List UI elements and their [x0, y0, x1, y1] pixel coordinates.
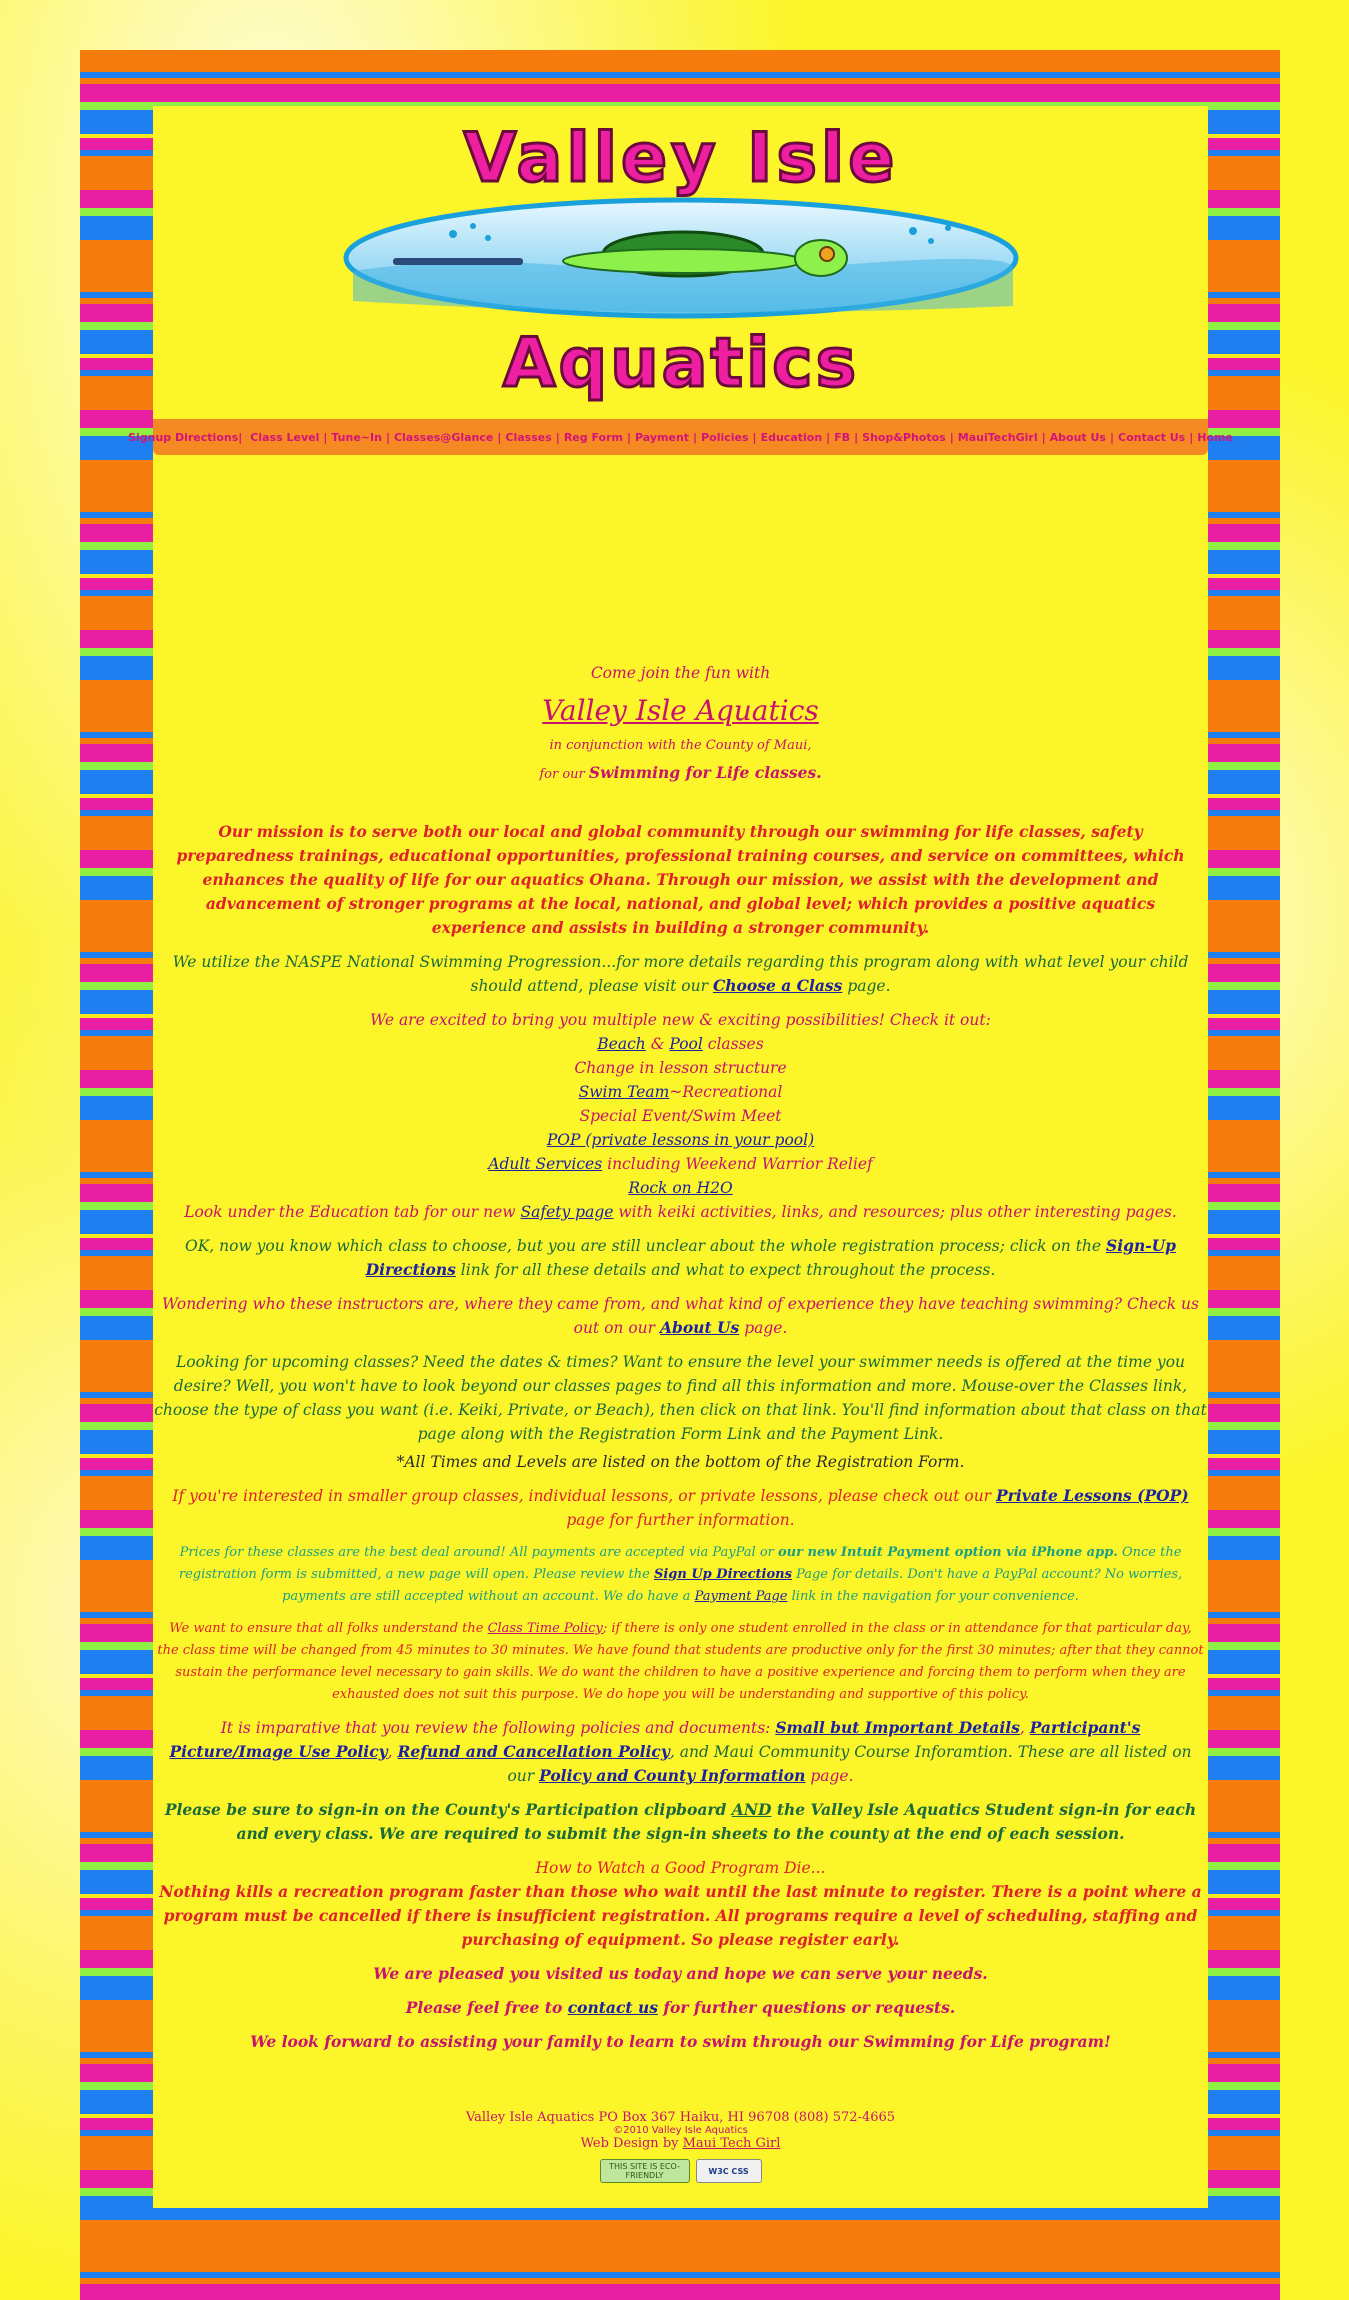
adult-after: including Weekend Warrior Relief: [602, 1155, 873, 1173]
payment-page-link[interactable]: Payment Page: [695, 1589, 788, 1604]
pool-link[interactable]: Pool: [669, 1035, 702, 1053]
logo-line2: Aquatics: [503, 324, 859, 403]
beach-link[interactable]: Beach: [597, 1035, 645, 1053]
signup-directions-link-2[interactable]: Sign Up Directions: [654, 1567, 792, 1582]
policy-county-link[interactable]: Policy and County Information: [539, 1766, 805, 1785]
maui-tech-girl-link[interactable]: Maui Tech Girl: [683, 2136, 781, 2151]
nav-classes[interactable]: Classes: [505, 431, 551, 444]
design-by-text: Web Design by: [580, 2136, 683, 2151]
new-possibilities: We are excited to bring you multiple new…: [153, 1008, 1208, 1224]
main-nav: Signup Directions| Class Level | Tune~In |…: [128, 419, 1233, 455]
signup-before: OK, now you know which class to choose, …: [184, 1237, 1107, 1255]
nav-classes-at-glance[interactable]: Classes@Glance: [394, 431, 493, 444]
prices-t1: Prices for these classes are the best de…: [179, 1545, 778, 1560]
nav-payment[interactable]: Payment: [635, 431, 689, 444]
w3c-css-badge[interactable]: W3C CSS: [695, 2159, 762, 2183]
mission-statement: Our mission is to serve both our local a…: [176, 822, 1185, 937]
policies-t1: It is imparative that you review the fol…: [220, 1719, 776, 1737]
feel-after: for further questions or requests.: [657, 1998, 956, 2017]
nav-mauitechgirl[interactable]: MauiTechGirl: [958, 431, 1038, 444]
edu-after: with keiki activities, links, and resour…: [613, 1203, 1177, 1221]
eco-friendly-badge[interactable]: THIS SITE IS ECO-FRIENDLY: [599, 2159, 690, 2183]
policies-t3: page.: [805, 1767, 854, 1785]
nav-about-us[interactable]: About Us: [1050, 431, 1106, 444]
for-our-text: for our: [539, 767, 589, 782]
main-panel: Valley Isle Aquatics Signup Directions| …: [128, 106, 1233, 2208]
logo-line1: Valley Isle: [464, 119, 899, 198]
edu-before: Look under the Education tab for our new: [184, 1203, 521, 1221]
program-name: Swimming for Life classes.: [588, 763, 822, 782]
pop-link[interactable]: POP (private lessons in your pool): [547, 1131, 814, 1149]
private-lessons-link[interactable]: Private Lessons (POP): [996, 1486, 1189, 1505]
amp-text: &: [645, 1035, 670, 1053]
adult-services-link[interactable]: Adult Services: [488, 1155, 602, 1173]
intuit-payment: our new Intuit Payment option via iPhone…: [778, 1545, 1118, 1560]
nav-contact-us[interactable]: Contact Us: [1118, 431, 1185, 444]
nav-home[interactable]: Home: [1197, 431, 1233, 444]
safety-page-link[interactable]: Safety page: [521, 1203, 614, 1221]
comma-1: ,: [1019, 1719, 1030, 1737]
about-us-link[interactable]: About Us: [660, 1318, 739, 1337]
about-after: page.: [739, 1319, 788, 1337]
nav-tune-in[interactable]: Tune~In: [331, 431, 382, 444]
program-die-text: Nothing kills a recreation program faste…: [159, 1882, 1202, 1949]
classes-text: classes: [702, 1035, 764, 1053]
contact-us-link[interactable]: contact us: [568, 1998, 658, 2017]
change-structure: Change in lesson structure: [574, 1059, 787, 1077]
program-die-heading: How to Watch a Good Program Die...: [535, 1859, 826, 1877]
nav-education[interactable]: Education: [761, 431, 823, 444]
feel-before: Please feel free to: [405, 1998, 568, 2017]
recreational-text: ~Recreational: [669, 1083, 783, 1101]
choose-class-link[interactable]: Choose a Class: [713, 976, 842, 995]
comma-2: ,: [387, 1743, 398, 1761]
come-join-text: Come join the fun with: [590, 664, 771, 682]
footer: Valley Isle Aquatics PO Box 367 Haiku, H…: [153, 2110, 1208, 2183]
nav-fb[interactable]: FB: [834, 431, 850, 444]
main-content: Come join the fun with Valley Isle Aquat…: [153, 661, 1208, 2064]
footer-address: Valley Isle Aquatics PO Box 367 Haiku, H…: [465, 2110, 896, 2125]
nav-signup-directions[interactable]: Signup Directions|: [128, 431, 242, 444]
naspe-after: page.: [842, 977, 891, 995]
policy-before: We want to ensure that all folks underst…: [169, 1621, 488, 1636]
excited-heading: We are excited to bring you multiple new…: [370, 1011, 991, 1029]
private-before: If you're interested in smaller group cl…: [172, 1487, 997, 1505]
rock-on-h2o-link[interactable]: Rock on H2O: [628, 1179, 732, 1197]
signup-after: link for all these details and what to e…: [455, 1261, 996, 1279]
snorkel-icon: [393, 258, 523, 265]
conjunction-text: in conjunction with the County of Maui,: [549, 738, 812, 753]
prices-t4: link in the navigation for your convenie…: [787, 1589, 1079, 1604]
swim-team-link[interactable]: Swim Team: [579, 1083, 670, 1101]
nav-reg-form[interactable]: Reg Form: [564, 431, 623, 444]
signin-t1: Please be sure to sign-in on the County'…: [164, 1800, 732, 1819]
site-logo[interactable]: Valley Isle Aquatics: [153, 106, 1208, 416]
page-title[interactable]: Valley Isle Aquatics: [542, 694, 819, 727]
class-time-policy-link[interactable]: Class Time Policy: [488, 1621, 603, 1636]
small-details-link[interactable]: Small but Important Details: [775, 1718, 1020, 1737]
pleased-text: We are pleased you visited us today and …: [373, 1964, 988, 1983]
nav-policies[interactable]: Policies: [701, 431, 748, 444]
nav-class-level[interactable]: Class Level: [250, 431, 319, 444]
refund-policy-link[interactable]: Refund and Cancellation Policy: [398, 1742, 670, 1761]
upcoming-note: *All Times and Levels are listed on the …: [396, 1453, 965, 1471]
upcoming-text: Looking for upcoming classes? Need the d…: [154, 1353, 1207, 1443]
and-text: AND: [731, 1800, 772, 1819]
footer-copyright: ©2010 Valley Isle Aquatics: [613, 2125, 748, 2136]
nav-shop-photos[interactable]: Shop&Photos: [862, 431, 946, 444]
private-after: page for further information.: [566, 1511, 795, 1529]
naspe-text: We utilize the NASPE National Swimming P…: [172, 953, 1189, 995]
look-forward-text: We look forward to assisting your family…: [250, 2032, 1111, 2051]
special-event: Special Event/Swim Meet: [579, 1107, 782, 1125]
